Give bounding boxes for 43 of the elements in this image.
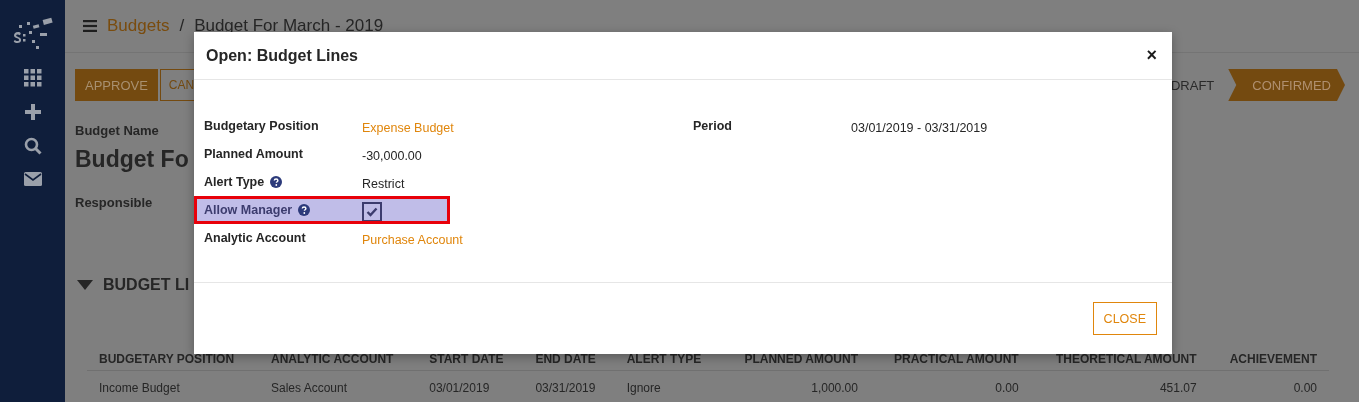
collapse-triangle-icon[interactable] <box>77 280 93 290</box>
field-value: -30,000.00 <box>362 147 422 163</box>
table-cell: 0.00 <box>869 370 1031 395</box>
column-header[interactable]: ACHIEVEMENT <box>1208 352 1329 371</box>
table-cell: 03/01/2019 <box>417 370 524 395</box>
close-button[interactable]: × <box>1144 45 1159 66</box>
field-label: Period <box>693 119 732 133</box>
check-icon <box>366 207 378 217</box>
table-cell: 03/31/2019 <box>523 370 615 395</box>
apps-grid-icon[interactable] <box>23 69 42 87</box>
mail-icon[interactable] <box>23 172 42 186</box>
close-button[interactable]: CLOSE <box>1092 302 1157 335</box>
field-label: Alert Type <box>204 175 265 189</box>
dialog-title: Open: Budget Lines <box>206 46 358 65</box>
action-button[interactable]: APPROVE <box>75 69 158 101</box>
table-cell: 451.07 <box>1030 370 1209 395</box>
table-cell: Sales Account <box>258 370 418 395</box>
menu-icon[interactable] <box>83 20 97 32</box>
table-cell: Income Budget <box>87 370 259 395</box>
field-link[interactable]: Purchase Account <box>362 229 463 247</box>
help-icon[interactable] <box>298 204 311 216</box>
table-cell: 0.00 <box>1208 370 1329 395</box>
checkbox[interactable] <box>362 202 382 222</box>
field-label: Budgetary Position <box>204 119 319 133</box>
breadcrumb-current: Budget For March - 2019 <box>194 16 384 36</box>
breadcrumb-link[interactable]: Budgets <box>107 16 170 36</box>
field-label: Allow Manager <box>204 203 293 217</box>
section-title: BUDGET LI <box>103 276 190 294</box>
field-value: Restrict <box>362 175 405 191</box>
help-icon[interactable] <box>270 176 283 188</box>
table-cell: Ignore <box>614 370 722 395</box>
budget-name: Budget Fo <box>75 146 189 173</box>
field-link[interactable]: Expense Budget <box>362 117 454 135</box>
status-step[interactable]: CONFIRMED <box>1228 69 1345 101</box>
field-label: Planned Amount <box>204 147 303 161</box>
field-label: Budget Name <box>75 123 159 138</box>
field-value: 03/01/2019 - 03/31/2019 <box>851 119 988 135</box>
search-icon[interactable] <box>23 137 42 155</box>
breadcrumb-separator: / <box>179 16 185 36</box>
table-cell: 1,000.00 <box>721 370 870 395</box>
plus-icon[interactable] <box>24 104 41 120</box>
field-label: Analytic Account <box>204 231 306 245</box>
field-label: Responsible <box>75 195 153 210</box>
